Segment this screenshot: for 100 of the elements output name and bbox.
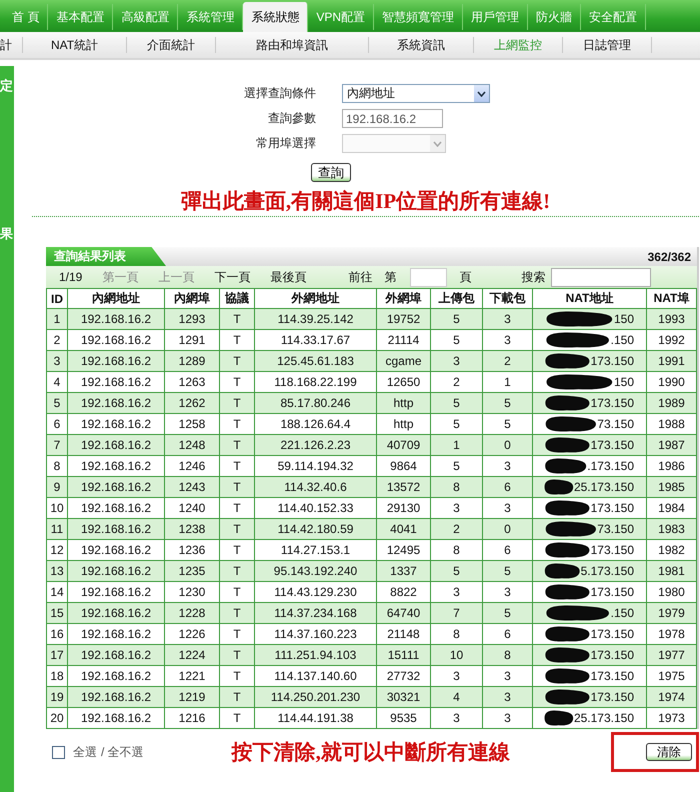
table-cell: 19752	[376, 308, 430, 330]
table-cell: 3	[46, 350, 68, 372]
subnav-tab[interactable]: 介面統計	[127, 37, 216, 53]
table-cell: 114.137.140.60	[254, 666, 376, 686]
clear-button[interactable]: 清除	[646, 743, 692, 761]
redaction-scribble	[543, 646, 591, 664]
table-cell: 3	[482, 308, 532, 330]
redaction-scribble	[543, 625, 591, 643]
table-cell: 0	[482, 518, 532, 540]
table-cell: 3	[482, 686, 532, 708]
table-cell: 2	[430, 372, 482, 392]
table-cell: 73.150	[597, 417, 634, 431]
redaction-scribble	[543, 457, 588, 475]
table-cell: 1989	[646, 392, 696, 414]
table-cell: 7	[430, 602, 482, 624]
table-cell: T	[220, 476, 254, 498]
column-header: 內網地址	[68, 288, 164, 308]
table-cell: T	[220, 582, 254, 602]
subnav-tab[interactable]: 日誌管理	[563, 37, 652, 53]
search-label: 搜索	[521, 268, 546, 286]
table-cell: T	[220, 602, 254, 624]
redaction-scribble	[543, 394, 591, 412]
table-cell: 192.168.16.2	[68, 560, 164, 582]
search-field[interactable]	[551, 268, 652, 286]
table-cell: T	[220, 434, 254, 456]
table-cell: T	[220, 392, 254, 414]
table-cell: 1982	[646, 540, 696, 560]
subnav-tab[interactable]: 計	[0, 37, 23, 53]
table-cell: 8	[430, 624, 482, 644]
table-cell: 192.168.16.2	[68, 498, 164, 518]
table-cell: 1263	[164, 372, 220, 392]
subnav-tab[interactable]: 路由和埠資訊	[216, 37, 370, 53]
table-cell: 3	[430, 708, 482, 728]
table-cell: 192.168.16.2	[68, 644, 164, 666]
table-cell: 3	[430, 666, 482, 686]
table-cell: 6	[482, 540, 532, 560]
subnav-tab[interactable]: 系統資訊	[369, 37, 474, 53]
table-cell: 1337	[376, 560, 430, 582]
table-cell: http	[376, 414, 430, 434]
table-cell: 3	[430, 350, 482, 372]
table-cell: 19	[46, 686, 68, 708]
dropdown[interactable]: 內網地址	[342, 84, 490, 103]
pager-link[interactable]: 下一頁	[214, 268, 250, 286]
table-cell: 1988	[646, 414, 696, 434]
table-cell: 1978	[646, 624, 696, 644]
table-cell: 114.42.180.59	[254, 518, 376, 540]
table-cell: 114.27.153.1	[254, 540, 376, 560]
page-input[interactable]	[410, 268, 448, 286]
table-cell: 1240	[164, 498, 220, 518]
table-cell: 1291	[164, 330, 220, 350]
table-cell: 25.173.150	[574, 711, 634, 725]
table-cell: 1	[430, 434, 482, 456]
table-cell: 150	[614, 375, 634, 389]
table-cell: 8822	[376, 582, 430, 602]
table-cell: 125.45.61.183	[254, 350, 376, 372]
redaction-scribble	[543, 520, 598, 538]
table-cell: 5.173.150	[580, 564, 634, 578]
select-all-link[interactable]: 全選	[73, 744, 97, 760]
table-cell: 40709	[376, 434, 430, 456]
pager-link[interactable]: 最後頁	[270, 268, 306, 286]
table-cell: T	[220, 308, 254, 330]
table-cell: 6	[46, 414, 68, 434]
table-cell: 5	[482, 392, 532, 414]
column-header: 內網埠	[164, 288, 220, 308]
table-cell: 1230	[164, 582, 220, 602]
table-cell: T	[220, 624, 254, 644]
table-cell: 21148	[376, 624, 430, 644]
table-cell: 3	[482, 498, 532, 518]
table-cell: 95.143.192.240	[254, 560, 376, 582]
page-indicator: 1/19	[59, 270, 82, 284]
table-cell: 192.168.16.2	[68, 456, 164, 476]
table-cell: 1990	[646, 372, 696, 392]
table-cell: T	[220, 666, 254, 686]
table-cell: 14	[46, 582, 68, 602]
table-cell: 5	[430, 392, 482, 414]
table-cell: 27732	[376, 666, 430, 686]
goto-label: 第	[384, 268, 396, 286]
table-cell: 85.17.80.246	[254, 392, 376, 414]
table-cell: 173.150	[590, 501, 634, 515]
table-cell: 1238	[164, 518, 220, 540]
table-cell: T	[220, 414, 254, 434]
column-header: 上傳包	[430, 288, 482, 308]
table-cell: 173.150	[590, 648, 634, 662]
table-cell: T	[220, 330, 254, 350]
chevron-down-icon	[477, 90, 486, 96]
table-cell: 173.150	[590, 627, 634, 641]
column-header: NAT埠	[646, 288, 696, 308]
table-cell: 12495	[376, 540, 430, 560]
subnav-tab[interactable]: NAT統計	[23, 37, 128, 53]
table-cell: .150	[610, 606, 634, 620]
table-cell: 8	[46, 456, 68, 476]
table-cell: 192.168.16.2	[68, 602, 164, 624]
table-cell: 64740	[376, 602, 430, 624]
nav-tab[interactable]: 系統狀態	[243, 2, 308, 32]
select-none-link[interactable]: / 全不選	[101, 744, 144, 760]
table-cell: 3	[430, 498, 482, 518]
field-label: 查詢參數	[267, 110, 316, 127]
checkbox[interactable]	[52, 746, 65, 758]
query-button[interactable]: 查詢	[311, 163, 351, 182]
input-field[interactable]: 192.168.16.2	[342, 109, 443, 128]
